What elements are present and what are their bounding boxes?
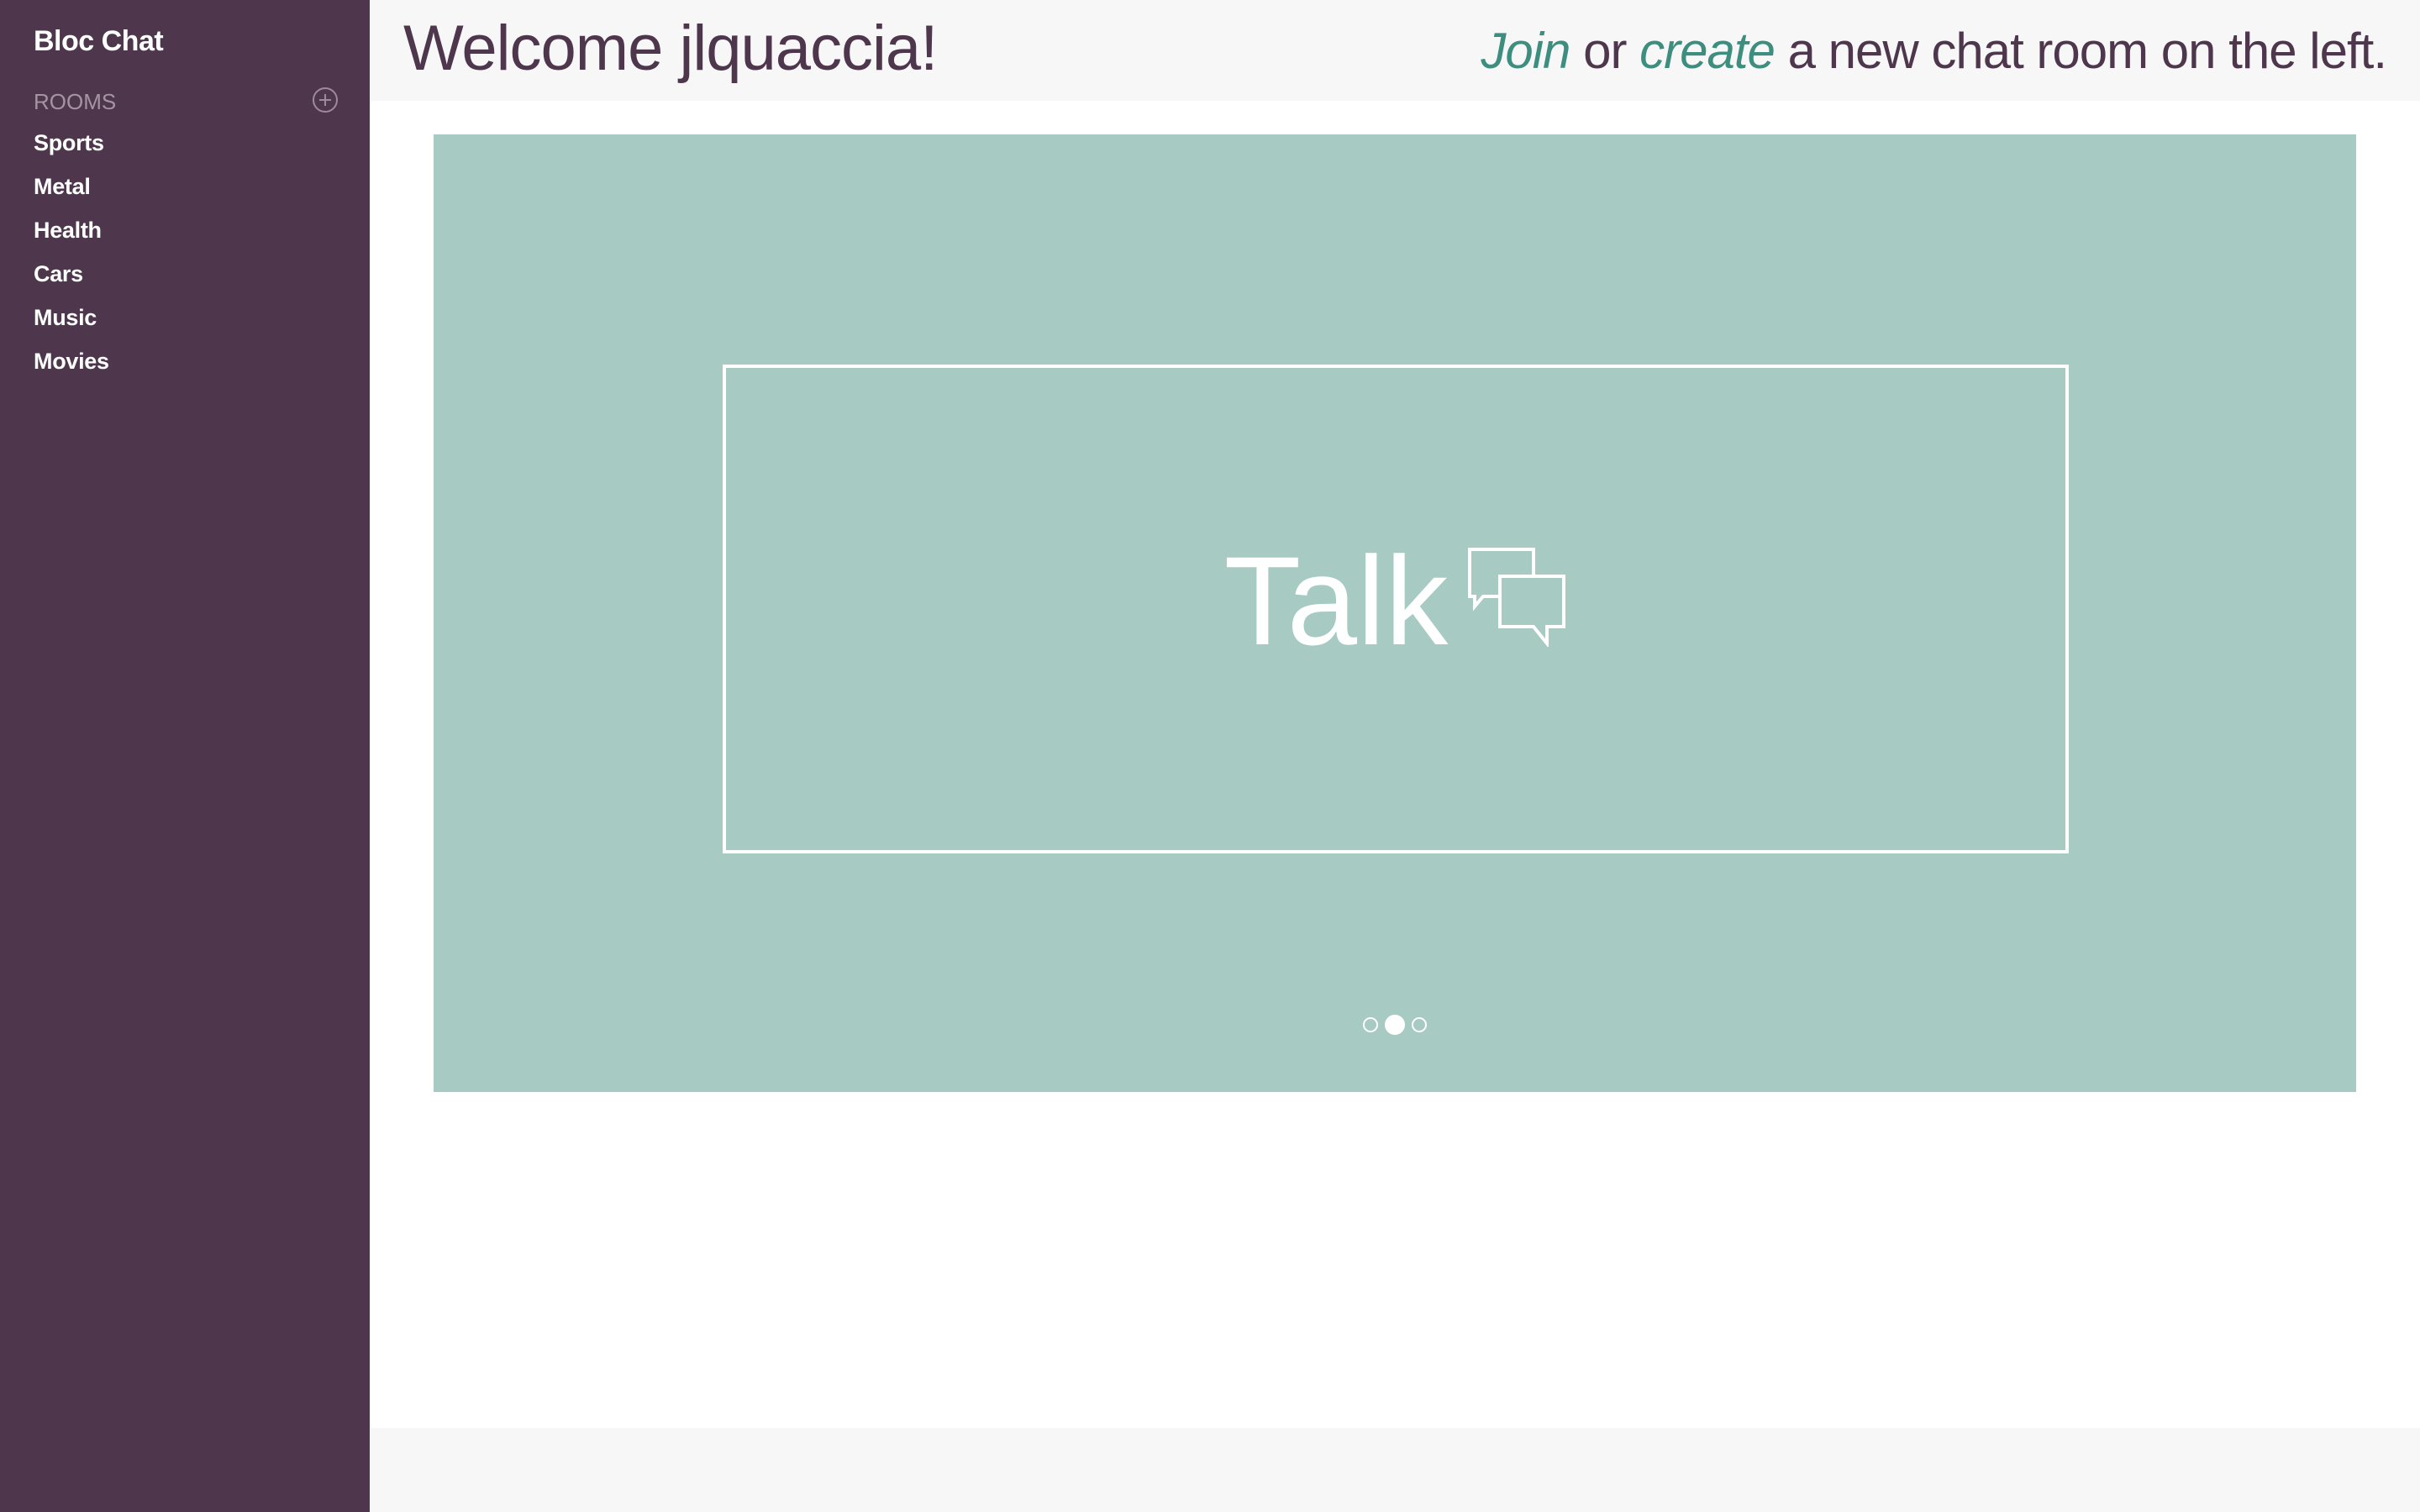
chat-bubbles-icon: [1468, 548, 1566, 648]
sidebar-item-metal[interactable]: Metal: [34, 170, 109, 213]
tagline-or: or: [1583, 23, 1627, 79]
carousel-indicators: [434, 1015, 2356, 1035]
header-tagline: Join or create a new chat room on the le…: [1481, 22, 2387, 80]
welcome-title: Welcome jlquaccia!: [403, 13, 938, 84]
sidebar-item-movies[interactable]: Movies: [34, 344, 109, 388]
main-header: Welcome jlquaccia! Join or create a new …: [370, 0, 2420, 101]
slide-title: Talk: [1223, 530, 1449, 672]
slide-frame: Talk: [723, 365, 2069, 853]
create-link[interactable]: create: [1639, 23, 1776, 79]
sidebar-item-sports[interactable]: Sports: [34, 126, 109, 170]
carousel-dot-2[interactable]: [1385, 1015, 1405, 1035]
room-list: Sports Metal Health Cars Music Movies: [34, 126, 109, 388]
rooms-section-label: ROOMS: [34, 89, 117, 114]
join-link[interactable]: Join: [1481, 23, 1570, 79]
page-footer: [370, 1428, 2420, 1512]
sidebar-item-music[interactable]: Music: [34, 301, 109, 344]
sidebar: Bloc Chat ROOMS Sports Metal Health Cars…: [0, 0, 370, 1512]
carousel-dot-3[interactable]: [1412, 1017, 1427, 1032]
rooms-header: ROOMS: [34, 87, 338, 114]
app-brand: Bloc Chat: [34, 25, 164, 57]
carousel-dot-1[interactable]: [1363, 1017, 1378, 1032]
hero-carousel: Talk: [434, 134, 2356, 1092]
sidebar-item-cars[interactable]: Cars: [34, 257, 109, 301]
add-room-icon[interactable]: [313, 87, 338, 113]
slide-content: Talk: [726, 528, 2065, 664]
sidebar-item-health[interactable]: Health: [34, 213, 109, 257]
app-root: Bloc Chat ROOMS Sports Metal Health Cars…: [0, 0, 2420, 1512]
tagline-rest: a new chat room on the left.: [1787, 23, 2387, 79]
